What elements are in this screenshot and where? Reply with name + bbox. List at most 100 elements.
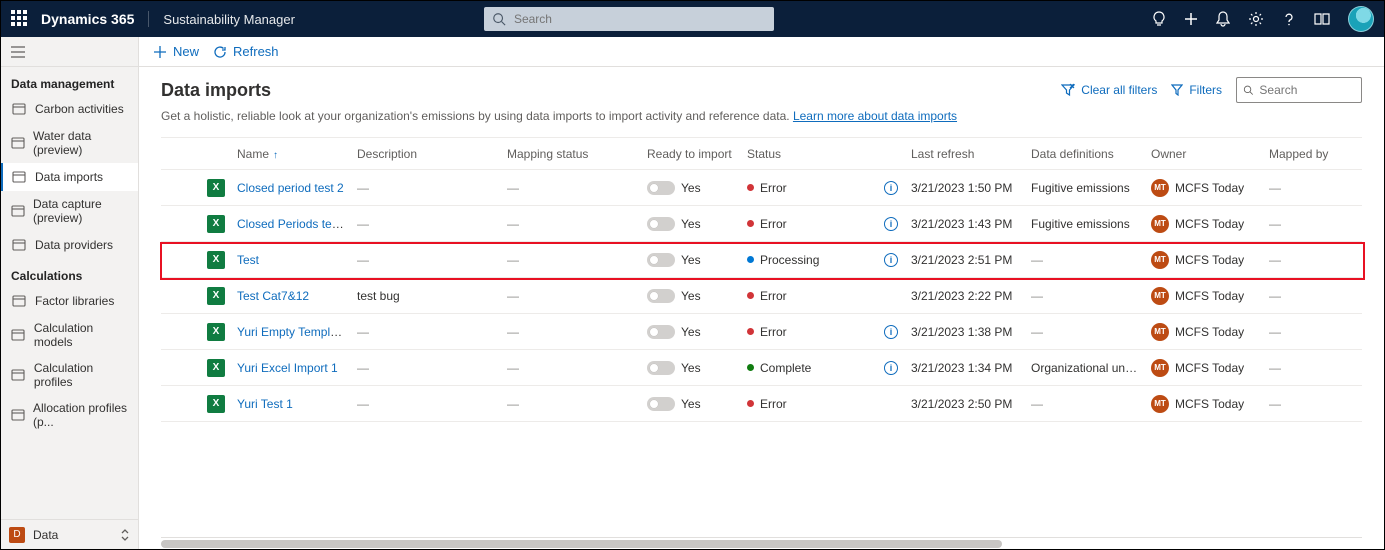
table-row[interactable]: Test Cat7&12test bug—YesError3/21/2023 2… [161,278,1362,314]
row-mapping: — [501,361,641,375]
sidebar-item[interactable]: Water data (preview) [1,123,138,163]
ready-toggle[interactable] [647,253,675,267]
info-icon[interactable]: i [884,361,898,375]
grid-search-input[interactable] [1257,82,1355,98]
owner-avatar: MT [1151,323,1169,341]
grid-header-row: Name↑ Description Mapping status Ready t… [161,138,1362,170]
ready-toggle[interactable] [647,289,675,303]
plus-icon[interactable] [1184,12,1198,26]
table-row[interactable]: Yuri Excel Import 1——YesCompletei3/21/20… [161,350,1362,386]
table-row[interactable]: Yuri Test 1——YesError3/21/2023 2:50 PM—M… [161,386,1362,422]
sidebar-item[interactable]: Factor libraries [1,287,138,315]
ready-toggle[interactable] [647,181,675,195]
row-last-refresh: 3/21/2023 1:38 PM [905,325,1025,339]
sidebar-item-label: Allocation profiles (p... [33,401,128,429]
user-avatar[interactable] [1348,6,1374,32]
sidebar-item[interactable]: Calculation models [1,315,138,355]
app-name-label: Sustainability Manager [149,12,295,27]
col-name[interactable]: Name↑ [231,147,351,161]
ready-toggle[interactable] [647,397,675,411]
row-name-link[interactable]: Closed Periods test 1 [237,217,351,231]
row-description: — [351,397,501,411]
sidebar-item-label: Water data (preview) [33,129,128,157]
col-data-definitions[interactable]: Data definitions [1025,147,1145,161]
nav-icon [11,327,26,343]
sidebar-item[interactable]: Data providers [1,231,138,259]
owner-label: MCFS Today [1175,325,1244,339]
owner-avatar: MT [1151,251,1169,269]
global-search-input[interactable] [512,11,766,27]
nav-icon [11,203,25,219]
status-label: Error [760,181,787,195]
info-icon[interactable]: i [884,253,898,267]
area-switcher[interactable]: D Data [1,519,138,549]
status-dot-icon [747,400,754,407]
owner-label: MCFS Today [1175,289,1244,303]
col-ready[interactable]: Ready to import [641,147,741,161]
row-last-refresh: 3/21/2023 2:22 PM [905,289,1025,303]
sidebar-item-label: Data imports [35,170,103,184]
excel-icon [207,215,225,233]
col-owner[interactable]: Owner [1145,147,1263,161]
excel-icon [207,179,225,197]
owner-avatar: MT [1151,359,1169,377]
row-mapping: — [501,397,641,411]
row-mapped-by: — [1263,181,1353,195]
help-icon[interactable] [1282,12,1296,26]
col-mapped-by[interactable]: Mapped by [1263,147,1353,161]
table-row[interactable]: Closed period test 2——YesErrori3/21/2023… [161,170,1362,206]
row-name-link[interactable]: Yuri Excel Import 1 [237,361,338,375]
ready-toggle[interactable] [647,361,675,375]
ready-toggle[interactable] [647,325,675,339]
learn-more-link[interactable]: Learn more about data imports [793,109,957,123]
col-last-refresh[interactable]: Last refresh [905,147,1025,161]
col-mapping-status[interactable]: Mapping status [501,147,641,161]
ready-toggle[interactable] [647,217,675,231]
info-icon[interactable]: i [884,325,898,339]
bell-icon[interactable] [1216,11,1230,27]
book-icon[interactable] [1314,12,1330,26]
sidebar-item[interactable]: Calculation profiles [1,355,138,395]
clear-filters-button[interactable]: Clear all filters [1061,83,1157,97]
row-mapping: — [501,325,641,339]
global-search[interactable] [484,7,774,31]
funnel-icon [1171,84,1183,96]
row-name-link[interactable]: Test [237,253,259,267]
ready-label: Yes [681,325,701,339]
info-icon[interactable]: i [884,181,898,195]
hamburger-icon[interactable] [1,37,138,67]
area-badge: D [9,527,25,543]
app-launcher-icon[interactable] [11,10,29,28]
row-mapped-by: — [1263,397,1353,411]
horizontal-scrollbar[interactable] [161,537,1362,549]
sidebar-item[interactable]: Allocation profiles (p... [1,395,138,435]
col-description[interactable]: Description [351,147,501,161]
grid-search[interactable] [1236,77,1362,103]
row-name-link[interactable]: Yuri Test 1 [237,397,293,411]
table-row[interactable]: Test——YesProcessingi3/21/2023 2:51 PM—MT… [161,242,1362,278]
row-last-refresh: 3/21/2023 2:51 PM [905,253,1025,267]
status-dot-icon [747,292,754,299]
row-data-definitions: — [1025,325,1145,339]
table-row[interactable]: Yuri Empty Template ... — — Yes Error i 3/21/2… [161,314,1362,350]
col-status[interactable]: Status [741,147,877,161]
brand-label: Dynamics 365 [41,11,149,27]
new-button[interactable]: New [153,44,199,59]
sidebar-item[interactable]: Data capture (preview) [1,191,138,231]
nav-icon [11,135,25,151]
row-name-link[interactable]: Closed period test 2 [237,181,344,195]
gear-icon[interactable] [1248,11,1264,27]
row-name-link[interactable]: Yuri Empty Template ... [237,325,351,339]
owner-label: MCFS Today [1175,397,1244,411]
row-name-link[interactable]: Test Cat7&12 [237,289,309,303]
info-icon[interactable]: i [884,217,898,231]
sidebar-item[interactable]: Carbon activities [1,95,138,123]
sidebar-item[interactable]: Data imports [1,163,138,191]
refresh-button[interactable]: Refresh [213,44,279,59]
status-label: Error [760,325,787,339]
status-label: Error [760,397,787,411]
filters-button[interactable]: Filters [1171,83,1222,97]
table-row[interactable]: Closed Periods test 1——YesErrori3/21/202… [161,206,1362,242]
sidebar-item-label: Carbon activities [35,102,124,116]
lightbulb-icon[interactable] [1152,11,1166,27]
